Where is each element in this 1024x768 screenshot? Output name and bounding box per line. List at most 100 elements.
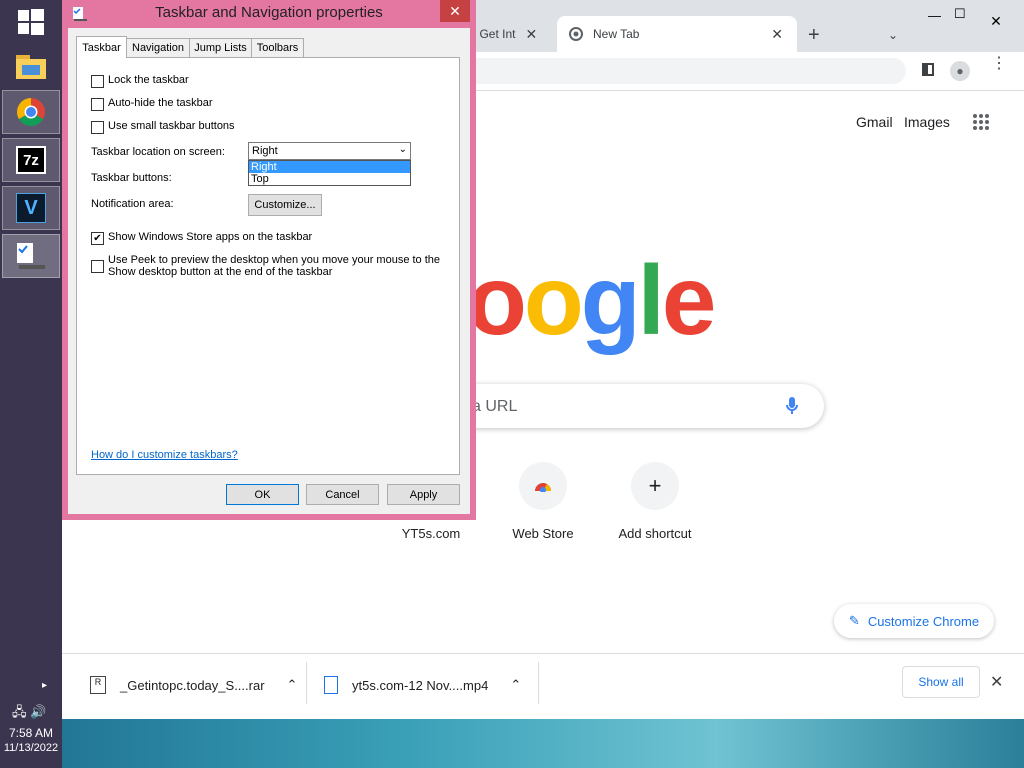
tab-close-icon[interactable]: ✕ (525, 26, 537, 43)
peek-line1: Use Peek to preview the desktop when you… (108, 254, 441, 266)
checkbox-box[interactable] (91, 98, 104, 111)
taskbar-chrome[interactable] (2, 90, 60, 134)
start-button[interactable] (2, 0, 60, 44)
folder-icon (16, 55, 46, 79)
shortcut-label: Add shortcut (618, 526, 692, 541)
ok-button[interactable]: OK (226, 484, 299, 505)
checkbox-box[interactable] (91, 75, 104, 88)
divider (538, 662, 539, 704)
tab-toolbars[interactable]: Toolbars (251, 38, 304, 57)
clock-time[interactable]: 7:58 AM (0, 726, 62, 740)
plus-icon: + (631, 462, 679, 510)
tab-taskbar[interactable]: Taskbar (76, 36, 127, 58)
close-window-button[interactable]: ✕ (974, 10, 1018, 32)
taskbar-properties[interactable] (2, 234, 60, 278)
web-store-icon (519, 462, 567, 510)
location-dropdown: Right Top (248, 160, 411, 186)
dialog-close-button[interactable]: ✕ (440, 0, 470, 22)
checkbox-label: Show Windows Store apps on the taskbar (108, 231, 313, 243)
logo-letter: o (523, 245, 584, 355)
taskbar-7zip[interactable]: 7z (2, 138, 60, 182)
vegas-icon: V (16, 193, 46, 223)
close-icon[interactable]: ✕ (990, 672, 1003, 692)
option-right[interactable]: Right (249, 161, 410, 173)
tab-close-icon[interactable]: ✕ (771, 26, 783, 43)
profile-icon[interactable]: ● (950, 61, 970, 81)
download-filename: yt5s.com-12 Nov....mp4 (352, 677, 489, 693)
store-apps-checkbox[interactable]: ✔ Show Windows Store apps on the taskbar (91, 231, 312, 245)
taskbar-file-explorer[interactable] (2, 44, 60, 88)
shortcut-label: Web Store (512, 526, 574, 541)
logo-letter: g (580, 245, 641, 355)
chevron-up-icon[interactable]: ⌃ (287, 677, 298, 693)
minimize-icon[interactable]: — (928, 8, 941, 23)
taskbar-properties-icon (17, 243, 45, 269)
taskbar-properties-dialog: Taskbar and Navigation properties ✕ Task… (62, 0, 476, 520)
apply-button[interactable]: Apply (387, 484, 460, 505)
taskbar-tab-panel: Lock the taskbar Auto-hide the taskbar U… (76, 57, 460, 475)
logo-letter: l (637, 245, 665, 355)
customize-button[interactable]: Customize... (248, 194, 322, 216)
maximize-icon[interactable]: ☐ (954, 6, 966, 22)
autohide-checkbox[interactable]: Auto-hide the taskbar (91, 97, 213, 111)
menu-icon[interactable]: ⋮ (991, 56, 1007, 72)
tab-jump-lists[interactable]: Jump Lists (189, 38, 252, 57)
logo-letter: e (661, 245, 716, 355)
location-value: Right (252, 145, 278, 157)
checkbox-label: Use Peek to preview the desktop when you… (108, 254, 440, 278)
peek-line2: Show desktop button at the end of the ta… (108, 266, 333, 278)
cancel-button[interactable]: Cancel (306, 484, 379, 505)
7zip-icon: 7z (16, 146, 46, 174)
shortcut-add[interactable]: + Add shortcut (600, 462, 710, 541)
checkbox-box[interactable] (91, 260, 104, 273)
chevron-down-icon: ⌄ (398, 144, 407, 155)
dialog-title: Taskbar and Navigation properties (155, 4, 383, 21)
taskbar-vegas[interactable]: V (2, 186, 60, 230)
small-buttons-checkbox[interactable]: Use small taskbar buttons (91, 120, 235, 134)
windows-logo-icon (18, 9, 44, 35)
tab-title: New Tab (593, 27, 640, 41)
customize-chrome-button[interactable]: ✎ Customize Chrome (834, 604, 994, 638)
tab-getintopc[interactable]: l | Get Int ✕ (467, 16, 555, 52)
download-item[interactable]: R _Getintopc.today_S....rar ⌃ (90, 670, 297, 700)
checkbox-label: Lock the taskbar (108, 74, 189, 86)
tray-icons: 🖧 🔊 (12, 703, 46, 725)
rar-file-icon: R (90, 676, 106, 694)
checkbox-box[interactable]: ✔ (91, 232, 104, 245)
gmail-link[interactable]: Gmail (856, 114, 893, 130)
location-select[interactable]: Right ⌄ (248, 142, 411, 160)
chrome-tab-icon (569, 27, 583, 41)
peek-checkbox[interactable]: Use Peek to preview the desktop when you… (91, 254, 440, 278)
taskbar: 7z V ▸ 🖧 🔊 7:58 AM 11/13/2022 (0, 0, 62, 768)
help-link[interactable]: How do I customize taskbars? (91, 449, 238, 461)
dialog-body: Taskbar Navigation Jump Lists Toolbars L… (68, 28, 470, 514)
location-label: Taskbar location on screen: (91, 146, 225, 158)
shortcut-web-store[interactable]: Web Store (488, 462, 598, 541)
checkbox-label: Use small taskbar buttons (108, 120, 235, 132)
divider (306, 662, 307, 704)
mic-icon[interactable] (785, 396, 799, 416)
google-logo: oogle (467, 244, 716, 357)
lock-taskbar-checkbox[interactable]: Lock the taskbar (91, 74, 189, 88)
buttons-label: Taskbar buttons: (91, 172, 172, 184)
tab-navigation[interactable]: Navigation (125, 38, 191, 57)
shortcut-label: YT5s.com (401, 526, 461, 541)
tab-search-icon[interactable]: ⌄ (888, 28, 898, 42)
checkbox-box[interactable] (91, 121, 104, 134)
tab-new-tab[interactable]: New Tab ✕ (557, 16, 797, 52)
address-bar[interactable] (462, 58, 906, 84)
side-panel-icon[interactable] (922, 63, 934, 76)
option-top[interactable]: Top (249, 173, 410, 185)
google-apps-icon[interactable] (972, 113, 990, 131)
new-tab-button[interactable]: + (808, 24, 820, 47)
show-all-button[interactable]: Show all (902, 666, 980, 698)
chevron-up-icon[interactable]: ⌃ (510, 677, 521, 693)
images-link[interactable]: Images (904, 114, 950, 130)
tray-expand-icon[interactable]: ▸ (42, 680, 47, 691)
volume-icon[interactable]: 🔊 (30, 704, 46, 719)
chrome-icon (17, 98, 45, 126)
search-placeholder: a URL (472, 398, 518, 415)
network-icon[interactable]: 🖧 (12, 704, 27, 719)
download-item[interactable]: yt5s.com-12 Nov....mp4 ⌃ (324, 670, 521, 700)
clock-date[interactable]: 11/13/2022 (0, 742, 62, 754)
